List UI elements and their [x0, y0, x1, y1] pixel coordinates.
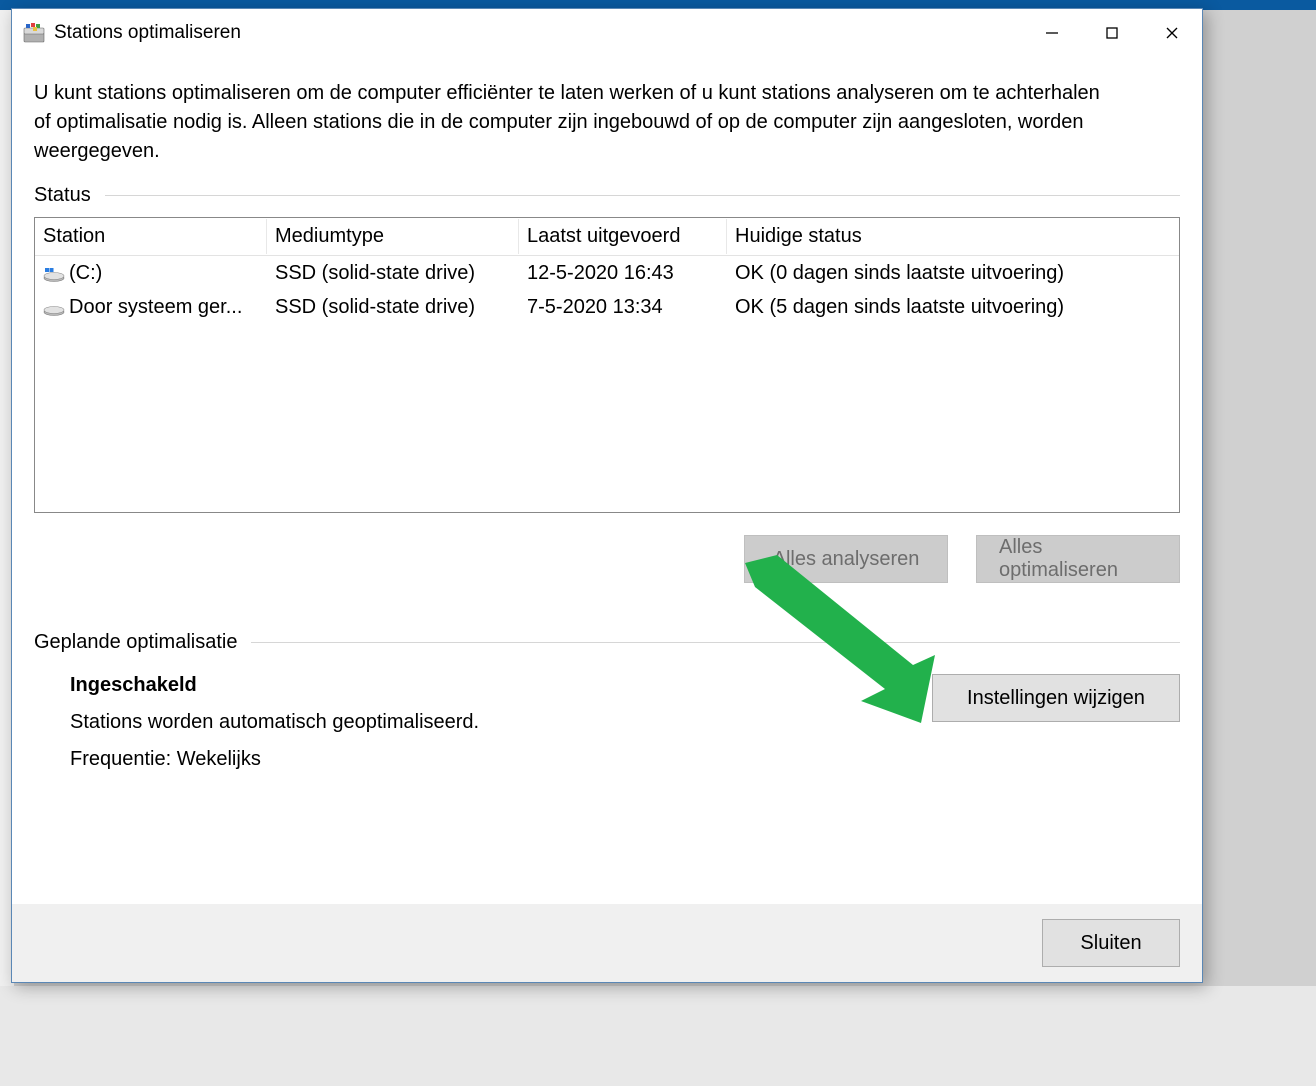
table-row[interactable]: (C:) SSD (solid-state drive) 12-5-2020 1…	[35, 256, 1179, 290]
col-header-mediatype[interactable]: Mediumtype	[267, 219, 519, 254]
col-header-lastrun[interactable]: Laatst uitgevoerd	[519, 219, 727, 254]
schedule-auto-text: Stations worden automatisch geoptimalise…	[70, 711, 479, 734]
col-header-status[interactable]: Huidige status	[727, 219, 1179, 254]
titlebar: Stations optimaliseren	[12, 9, 1202, 57]
table-action-buttons: Alles analyseren Alles optimaliseren	[34, 535, 1180, 583]
drive-name: Door systeem ger...	[69, 296, 242, 319]
background-stripe-bottom	[0, 986, 1316, 1086]
close-window-button[interactable]	[1142, 9, 1202, 57]
schedule-text: Ingeschakeld Stations worden automatisch…	[34, 674, 479, 785]
status-section-header: Status	[34, 184, 1180, 207]
drive-last-run: 7-5-2020 13:34	[519, 294, 727, 321]
window-title: Stations optimaliseren	[54, 22, 1022, 44]
intro-text: U kunt stations optimaliseren om de comp…	[34, 79, 1114, 166]
drive-name: (C:)	[69, 262, 102, 285]
drives-table[interactable]: Station Mediumtype Laatst uitgevoerd Hui…	[34, 217, 1180, 513]
drive-media: SSD (solid-state drive)	[267, 260, 519, 287]
divider	[251, 642, 1180, 643]
dialog-footer: Sluiten	[12, 904, 1202, 982]
window-body: U kunt stations optimaliseren om de comp…	[12, 57, 1202, 904]
table-row[interactable]: Door systeem ger... SSD (solid-state dri…	[35, 290, 1179, 324]
drive-last-run: 12-5-2020 16:43	[519, 260, 727, 287]
drive-icon	[43, 299, 65, 315]
schedule-block: Ingeschakeld Stations worden automatisch…	[34, 674, 1180, 785]
app-icon	[22, 21, 46, 45]
window-controls	[1022, 9, 1202, 57]
optimize-drives-window: Stations optimaliseren U kunt stations o…	[11, 8, 1203, 983]
minimize-button[interactable]	[1022, 9, 1082, 57]
divider	[105, 195, 1180, 196]
drive-status: OK (5 dagen sinds laatste uitvoering)	[727, 294, 1179, 321]
drive-icon	[43, 265, 65, 281]
schedule-frequency-text: Frequentie: Wekelijks	[70, 748, 479, 771]
drive-status: OK (0 dagen sinds laatste uitvoering)	[727, 260, 1179, 287]
status-label: Status	[34, 184, 91, 207]
col-header-station[interactable]: Station	[35, 219, 267, 254]
close-button[interactable]: Sluiten	[1042, 919, 1180, 967]
table-header-row: Station Mediumtype Laatst uitgevoerd Hui…	[35, 218, 1179, 256]
maximize-button[interactable]	[1082, 9, 1142, 57]
schedule-section-header: Geplande optimalisatie	[34, 631, 1180, 654]
schedule-label: Geplande optimalisatie	[34, 631, 237, 654]
drive-media: SSD (solid-state drive)	[267, 294, 519, 321]
optimize-all-button[interactable]: Alles optimaliseren	[976, 535, 1180, 583]
change-settings-button[interactable]: Instellingen wijzigen	[932, 674, 1180, 722]
analyze-all-button[interactable]: Alles analyseren	[744, 535, 948, 583]
schedule-enabled-label: Ingeschakeld	[70, 674, 479, 697]
